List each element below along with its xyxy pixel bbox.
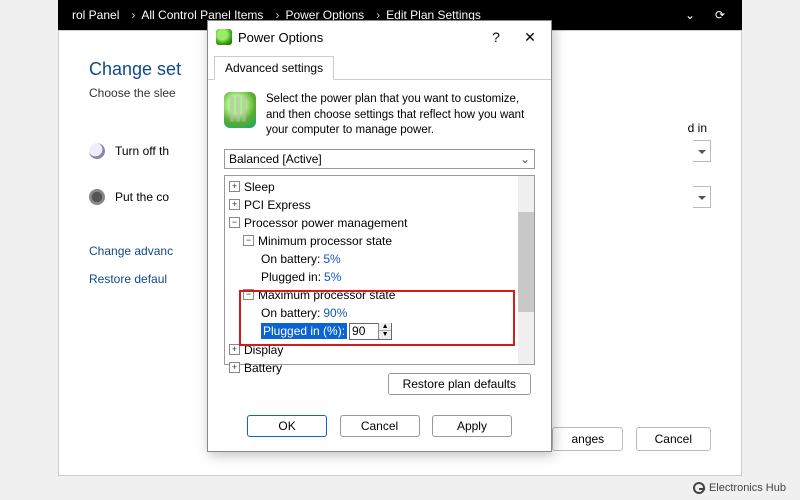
scrollbar[interactable]: [518, 176, 534, 364]
watermark: Electronics Hub: [693, 482, 786, 494]
tree-node-sleep[interactable]: + Sleep: [225, 178, 534, 196]
chevron-right-icon: ›: [131, 8, 135, 22]
tree-label-selected: Plugged in (%):: [261, 323, 347, 339]
tree-label: Plugged in:: [261, 269, 321, 285]
tree-node-battery[interactable]: + Battery: [225, 359, 534, 377]
row-label: Turn off th: [115, 144, 169, 158]
breadcrumb-item[interactable]: rol Panel: [72, 8, 119, 22]
logo-icon: [693, 482, 705, 494]
tree-label: On battery:: [261, 305, 320, 321]
row-label: Put the co: [115, 190, 169, 204]
save-changes-button[interactable]: anges: [552, 427, 623, 451]
cancel-button[interactable]: Cancel: [340, 415, 420, 437]
tree-label: Minimum processor state: [258, 233, 392, 249]
tree-label: Processor power management: [244, 215, 407, 231]
chevron-down-icon[interactable]: ⌄: [682, 8, 698, 22]
ok-button[interactable]: OK: [247, 415, 327, 437]
tree-label: On battery:: [261, 251, 320, 267]
scrollbar-thumb[interactable]: [518, 212, 534, 312]
collapse-icon[interactable]: −: [243, 235, 254, 246]
tree-node-min-on-battery[interactable]: On battery:5%: [225, 250, 534, 268]
refresh-icon[interactable]: ⟳: [712, 8, 728, 22]
power-plan-icon: [216, 29, 232, 45]
tab-strip: Advanced settings: [208, 55, 551, 80]
tree-node-min-plugged-in[interactable]: Plugged in:5%: [225, 268, 534, 286]
header-fragment: d in: [688, 121, 707, 135]
expand-icon[interactable]: +: [229, 199, 240, 210]
battery-plan-icon: [224, 92, 256, 128]
moon-icon: [89, 189, 105, 205]
dialog-titlebar[interactable]: Power Options ? ✕: [208, 21, 551, 53]
help-icon[interactable]: ?: [479, 23, 513, 51]
tree-node-minimum-processor-state[interactable]: −Minimum processor state: [225, 232, 534, 250]
tree-node-max-on-battery[interactable]: On battery:90%: [225, 304, 534, 322]
watermark-text: Electronics Hub: [709, 482, 786, 494]
spinner-up-icon[interactable]: ▲: [379, 323, 391, 331]
tree-label: Battery: [244, 360, 282, 376]
close-icon[interactable]: ✕: [513, 23, 547, 51]
power-plan-selected: Balanced [Active]: [229, 152, 322, 166]
tree-node-maximum-processor-state[interactable]: −Maximum processor state: [225, 286, 534, 304]
tree-label: PCI Express: [244, 197, 311, 213]
tree-node-processor-power-management[interactable]: −Processor power management: [225, 214, 534, 232]
value-spinner-input[interactable]: [350, 324, 378, 338]
collapse-icon[interactable]: −: [229, 217, 240, 228]
monitor-icon: [89, 143, 105, 159]
dialog-intro-text: Select the power plan that you want to c…: [266, 92, 535, 139]
power-plan-dropdown[interactable]: Balanced [Active]: [224, 149, 535, 169]
tree-node-pci-express[interactable]: + PCI Express: [225, 196, 534, 214]
apply-button[interactable]: Apply: [432, 415, 512, 437]
tree-label: Display: [244, 342, 283, 358]
dropdown[interactable]: [693, 186, 711, 208]
tree-node-display[interactable]: + Display: [225, 341, 534, 359]
dialog-title: Power Options: [238, 30, 479, 45]
tree-value: 5%: [324, 269, 341, 285]
tab-advanced-settings[interactable]: Advanced settings: [214, 56, 334, 80]
dropdown[interactable]: [693, 140, 711, 162]
settings-tree[interactable]: +Sleep +PCI Express −Processor power man…: [224, 175, 535, 365]
cancel-button[interactable]: Cancel: [636, 427, 711, 451]
collapse-icon[interactable]: −: [243, 289, 254, 300]
spinner-down-icon[interactable]: ▼: [379, 331, 391, 339]
tree-value: 5%: [323, 251, 340, 267]
power-options-dialog: Power Options ? ✕ Advanced settings Sele…: [207, 20, 552, 452]
tree-value: 90%: [323, 305, 347, 321]
tree-label: Maximum processor state: [258, 287, 395, 303]
value-spinner[interactable]: ▲▼: [349, 323, 392, 340]
tree-label: Sleep: [244, 179, 275, 195]
expand-icon[interactable]: +: [229, 181, 240, 192]
expand-icon[interactable]: +: [229, 362, 240, 373]
expand-icon[interactable]: +: [229, 344, 240, 355]
tree-node-max-plugged-in[interactable]: Plugged in (%): ▲▼: [225, 322, 534, 341]
